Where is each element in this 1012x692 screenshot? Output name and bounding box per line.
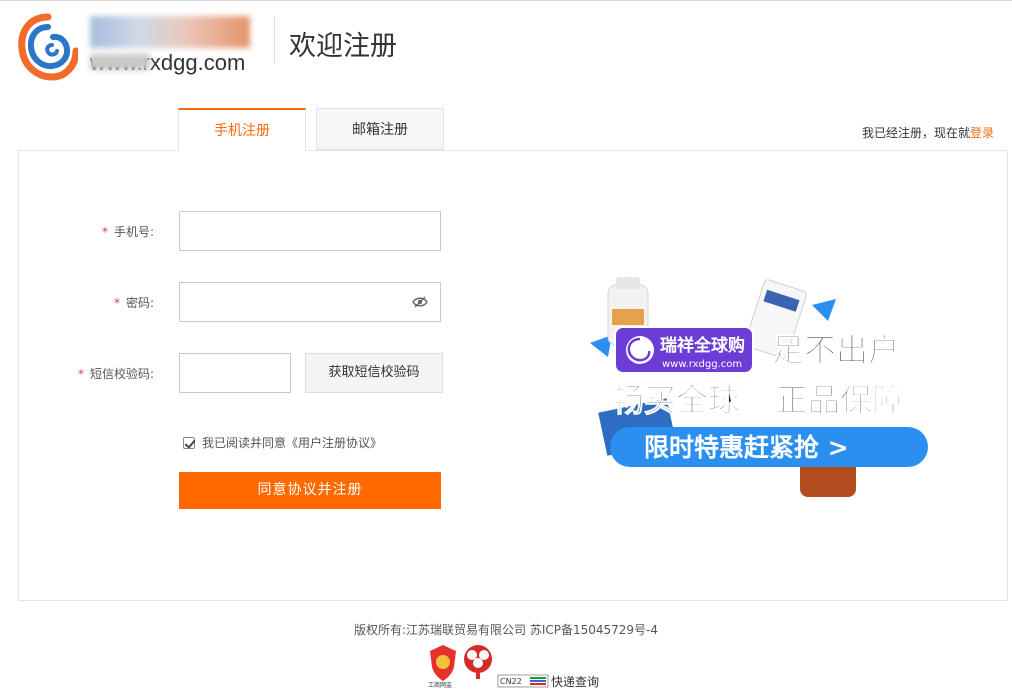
brand-domain-blurred xyxy=(90,54,150,70)
tab-phone-register[interactable]: 手机注册 xyxy=(178,108,306,151)
express-query-link[interactable]: 快递查询 xyxy=(551,673,599,690)
password-label-text: 密码: xyxy=(125,296,154,310)
login-hint: 我已经注册，现在就登录 xyxy=(862,124,994,141)
agreement-text[interactable]: 我已阅读并同意《用户注册协议》 xyxy=(202,434,382,451)
promo-cta[interactable]: 限时特惠赶紧抢 > xyxy=(644,433,849,462)
brand-name-blurred xyxy=(90,16,250,48)
password-input[interactable] xyxy=(179,282,441,322)
tab-email-register[interactable]: 邮箱注册 xyxy=(316,108,444,150)
required-mark: * xyxy=(113,296,120,310)
tree-badge-icon[interactable] xyxy=(464,645,492,679)
agreement-row: 我已阅读并同意《用户注册协议》 xyxy=(183,434,382,451)
promo-slogan-3: 正品保障 xyxy=(776,381,904,419)
badge-3-label: CN22 xyxy=(500,677,522,686)
phone-label: * 手机号: xyxy=(14,223,154,240)
sms-label-text: 短信校验码: xyxy=(89,367,154,381)
promo-brand-url: www.rxdgg.com xyxy=(662,359,742,370)
phone-input[interactable] xyxy=(179,211,441,251)
sms-label: * 短信校验码: xyxy=(14,365,154,382)
shield-badge-icon[interactable]: 工商网监 xyxy=(428,645,456,689)
sms-code-input[interactable] xyxy=(179,353,291,393)
promo-banner[interactable]: 瑞祥全球购 www.rxdgg.com 足不出户 畅买全球 正品保障 限时特惠赶… xyxy=(590,275,935,505)
header-divider xyxy=(274,17,275,63)
badge-1-label: 工商网监 xyxy=(428,681,452,689)
brand-wordmark[interactable]: www.rxdgg.com xyxy=(90,16,258,76)
top-divider xyxy=(0,0,1012,1)
login-link[interactable]: 登录 xyxy=(970,126,994,140)
copyright-text: 版权所有:江苏瑞联贸易有限公司 苏ICP备15045729号-4 xyxy=(353,623,659,637)
swirl-logo-icon[interactable] xyxy=(18,11,78,83)
phone-label-text: 手机号: xyxy=(113,225,154,239)
page-title: 欢迎注册 xyxy=(289,31,397,62)
get-sms-code-button[interactable]: 获取短信校验码 xyxy=(305,353,443,393)
eye-toggle-icon[interactable] xyxy=(412,296,428,308)
login-hint-text: 我已经注册，现在就 xyxy=(861,126,970,140)
required-mark: * xyxy=(101,225,108,239)
promo-slogan-1: 足不出户 xyxy=(772,331,900,369)
password-label: * 密码: xyxy=(14,294,154,311)
promo-brand-name: 瑞祥全球购 xyxy=(660,335,745,356)
required-mark: * xyxy=(77,367,84,381)
promo-triangle xyxy=(812,299,836,321)
promo-slogan-2: 畅买全球 xyxy=(612,381,741,419)
cn22-badge-icon[interactable]: CN22 xyxy=(497,674,549,688)
agree-and-register-button[interactable]: 同意协议并注册 xyxy=(179,472,441,509)
agree-checkbox[interactable] xyxy=(183,436,195,449)
